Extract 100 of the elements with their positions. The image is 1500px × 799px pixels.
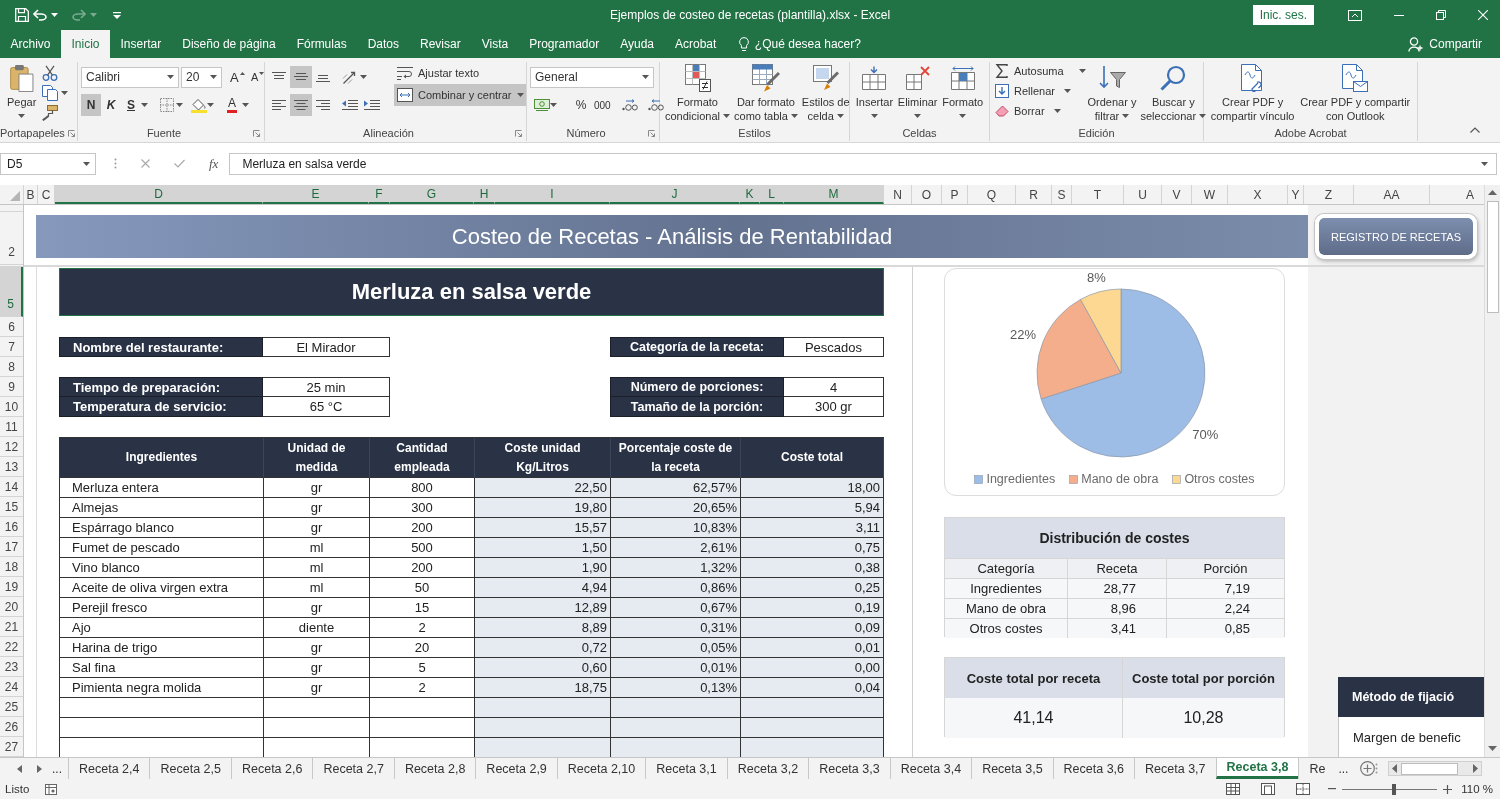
row-header[interactable]: 21 [0, 617, 23, 637]
caret-icon[interactable] [516, 93, 524, 97]
caret-icon[interactable] [61, 91, 69, 95]
ribbon-display-icon[interactable] [1348, 9, 1362, 21]
ribbon-tab[interactable]: Revisar [409, 30, 472, 58]
column-header[interactable]: AA [1354, 185, 1430, 204]
align-center-button[interactable] [290, 94, 312, 116]
column-header[interactable]: O [912, 185, 942, 204]
caret-icon[interactable] [959, 114, 967, 118]
row-header[interactable]: 12 [0, 437, 23, 457]
format-button[interactable]: Formato [940, 62, 986, 123]
page-break-icon[interactable] [1296, 783, 1311, 795]
underline-button[interactable]: S [121, 94, 141, 116]
dialog-launcher-icon[interactable] [515, 129, 522, 137]
caret-icon[interactable] [141, 103, 148, 107]
previous-sheet-icon[interactable] [17, 764, 22, 773]
row-header[interactable]: 26 [0, 717, 23, 737]
format-as-table-button[interactable]: Dar formato como tabla [732, 62, 800, 123]
scroll-up-icon[interactable] [1488, 190, 1497, 195]
more-sheets-button[interactable]: ... [42, 758, 68, 779]
zoom-in-icon[interactable] [1443, 784, 1453, 794]
share-button[interactable]: Compartir [1408, 30, 1482, 58]
row-header[interactable]: 11 [0, 417, 23, 437]
column-header[interactable]: U [1124, 185, 1162, 204]
ribbon-tab[interactable]: Datos [357, 30, 410, 58]
row-header[interactable]: 23 [0, 657, 23, 677]
row-header[interactable]: 22 [0, 637, 23, 657]
caret-icon[interactable] [18, 114, 26, 118]
ribbon-tab[interactable]: Acrobat [664, 30, 727, 58]
fill-button[interactable]: Rellenar [995, 82, 1086, 100]
percent-button[interactable]: % [571, 94, 591, 116]
add-sheet-icon[interactable] [1360, 761, 1376, 776]
format-painter-icon[interactable] [42, 105, 59, 121]
ribbon-tab[interactable]: Inicio [61, 30, 111, 58]
row-header[interactable]: 2 [0, 212, 23, 265]
caret-icon[interactable] [167, 75, 174, 79]
column-header[interactable]: A [1430, 185, 1484, 204]
row-header[interactable]: 18 [0, 557, 23, 577]
row-header[interactable]: 5 [0, 267, 23, 317]
column-header[interactable]: L [760, 185, 784, 204]
column-header[interactable]: H [474, 185, 495, 204]
row-header[interactable]: 14 [0, 477, 23, 497]
column-header[interactable]: M [784, 185, 884, 204]
macro-record-icon[interactable] [45, 783, 58, 795]
caret-icon[interactable] [242, 103, 249, 107]
column-header[interactable]: N [884, 185, 912, 204]
row-header[interactable]: 7 [0, 337, 23, 357]
column-header[interactable]: R [1016, 185, 1052, 204]
horizontal-scrollbar[interactable] [1388, 761, 1482, 776]
pdf-email-button[interactable]: Crear PDF y compartir con Outlook [1298, 62, 1413, 123]
column-header[interactable]: I [495, 185, 610, 204]
row-header[interactable]: 19 [0, 577, 23, 597]
restore-icon[interactable] [1436, 10, 1446, 20]
insert-button[interactable]: Insertar [853, 62, 896, 123]
find-select-button[interactable]: Buscar y seleccionar [1138, 62, 1209, 123]
column-header[interactable]: G [390, 185, 474, 204]
copy-icon[interactable] [42, 85, 59, 101]
column-header[interactable]: S [1052, 185, 1072, 204]
ribbon-tab[interactable]: Archivo [0, 30, 61, 58]
undo-icon[interactable] [33, 9, 47, 21]
column-header[interactable]: X [1228, 185, 1288, 204]
cell-styles-button[interactable]: Estilos de celda [799, 62, 852, 123]
name-box[interactable]: D5 [0, 152, 96, 175]
ribbon-tab[interactable]: Programador [518, 30, 610, 58]
sort-filter-button[interactable]: Ordenar y filtrar [1085, 62, 1139, 123]
page-layout-icon[interactable] [1261, 783, 1276, 795]
font-color-button[interactable]: A [222, 94, 242, 116]
normal-view-icon[interactable] [1226, 783, 1241, 795]
font-size-field[interactable]: 20 [181, 66, 222, 88]
fill-color-icon[interactable] [191, 97, 207, 113]
column-header[interactable]: V [1162, 185, 1192, 204]
scroll-thumb[interactable] [1401, 762, 1459, 775]
formula-field[interactable]: Merluza en salsa verde [229, 152, 1497, 175]
borders-icon[interactable] [160, 98, 174, 112]
column-header[interactable]: W [1192, 185, 1228, 204]
column-header[interactable]: T [1072, 185, 1124, 204]
currency-icon[interactable] [534, 99, 550, 111]
row-header[interactable]: 25 [0, 697, 23, 717]
conditional-format-button[interactable]: Formato condicional [663, 62, 733, 123]
decrease-indent-icon[interactable] [342, 99, 358, 111]
more-sheets-button[interactable]: ... [1335, 758, 1353, 779]
zoom-slider-thumb[interactable] [1391, 783, 1396, 795]
row-header[interactable]: 17 [0, 537, 23, 557]
column-header[interactable]: Z [1304, 185, 1354, 204]
caret-icon[interactable] [1078, 69, 1086, 73]
column-header[interactable]: K [740, 185, 760, 204]
row-header[interactable]: 24 [0, 677, 23, 697]
caret-icon[interactable] [914, 114, 922, 118]
sheet-tab[interactable]: Receta 3,8 [1215, 758, 1299, 779]
wrap-text-button[interactable]: Ajustar texto [394, 62, 526, 84]
row-header[interactable]: 16 [0, 517, 23, 537]
scroll-thumb[interactable] [1486, 201, 1499, 313]
merge-center-button[interactable]: Combinar y centrar [394, 84, 526, 106]
scroll-down-icon[interactable] [1488, 746, 1497, 751]
align-middle-button[interactable] [290, 66, 312, 88]
dialog-launcher-icon[interactable] [253, 129, 260, 137]
autosum-button[interactable]: Autosuma [995, 62, 1086, 80]
pdf-share-link-button[interactable]: Crear PDF y compartir vínculo [1208, 62, 1297, 123]
ribbon-tab[interactable]: Ayuda [609, 30, 665, 58]
row-header[interactable]: 13 [0, 457, 23, 477]
